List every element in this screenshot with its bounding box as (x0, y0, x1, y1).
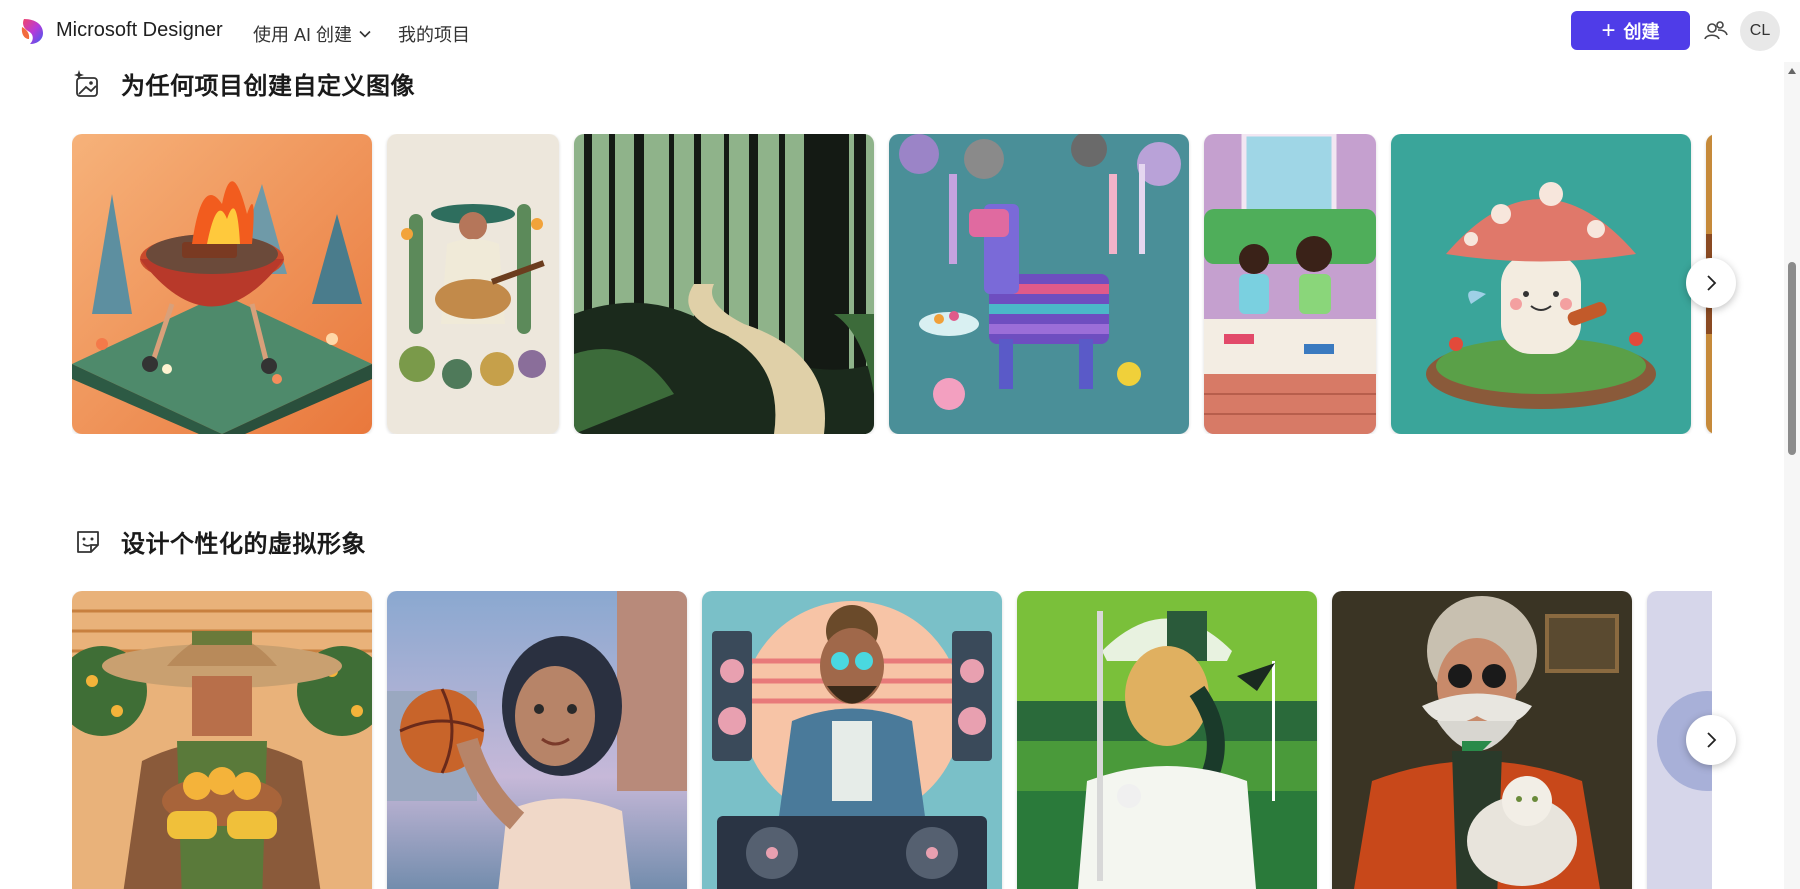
dj-avatar[interactable] (702, 591, 1002, 889)
section-custom-images-header: 为任何项目创建自定义图像 (73, 66, 415, 101)
sticker-smile-icon (77, 530, 99, 553)
page-scrollbar[interactable] (1784, 62, 1800, 889)
brand-name[interactable]: Microsoft Designer (56, 19, 223, 42)
cactus-guitarist-image[interactable] (387, 134, 559, 434)
designer-logo-icon[interactable] (20, 17, 44, 45)
people-share-icon[interactable] (1703, 18, 1729, 44)
section-avatars-header: 设计个性化的虚拟形象 (73, 524, 366, 559)
chevron-down-icon (359, 30, 371, 38)
golfer-avatar[interactable] (1017, 591, 1317, 889)
user-avatar[interactable]: CL (1740, 11, 1780, 51)
section-title: 设计个性化的虚拟形象 (121, 531, 366, 558)
nav-create-with-ai-label: 使用 AI 创建 (253, 25, 353, 45)
plus-icon: + (1601, 16, 1616, 44)
mustache-cat-avatar[interactable] (1332, 591, 1632, 889)
custom-images-carousel (72, 134, 1712, 434)
carousel-next-button[interactable] (1686, 715, 1736, 765)
nav-create-with-ai[interactable]: 使用 AI 创建 (253, 21, 372, 47)
pinata-party-image[interactable] (889, 134, 1189, 434)
image-sparkle-icon (74, 69, 98, 97)
kids-reading-image[interactable] (1204, 134, 1376, 434)
basketball-girl-avatar[interactable] (387, 591, 687, 889)
create-button[interactable]: + 创建 (1571, 11, 1690, 50)
forest-path-image[interactable] (574, 134, 874, 434)
chevron-right-icon (1707, 275, 1717, 291)
scroll-up-arrow-icon[interactable] (1788, 68, 1796, 74)
avatars-carousel (72, 591, 1712, 889)
create-button-label: 创建 (1623, 21, 1660, 42)
orange-farmer-avatar[interactable] (72, 591, 372, 889)
bbq-grill-image[interactable] (72, 134, 372, 434)
section-title: 为任何项目创建自定义图像 (121, 73, 415, 100)
nav-my-projects[interactable]: 我的项目 (398, 21, 470, 47)
chevron-right-icon (1707, 732, 1717, 748)
carousel-next-button[interactable] (1686, 258, 1736, 308)
mushroom-violinist-image[interactable] (1391, 134, 1691, 434)
scroll-thumb[interactable] (1788, 262, 1796, 455)
top-bar: Microsoft Designer 使用 AI 创建 我的项目 + 创建 CL (0, 0, 1784, 62)
